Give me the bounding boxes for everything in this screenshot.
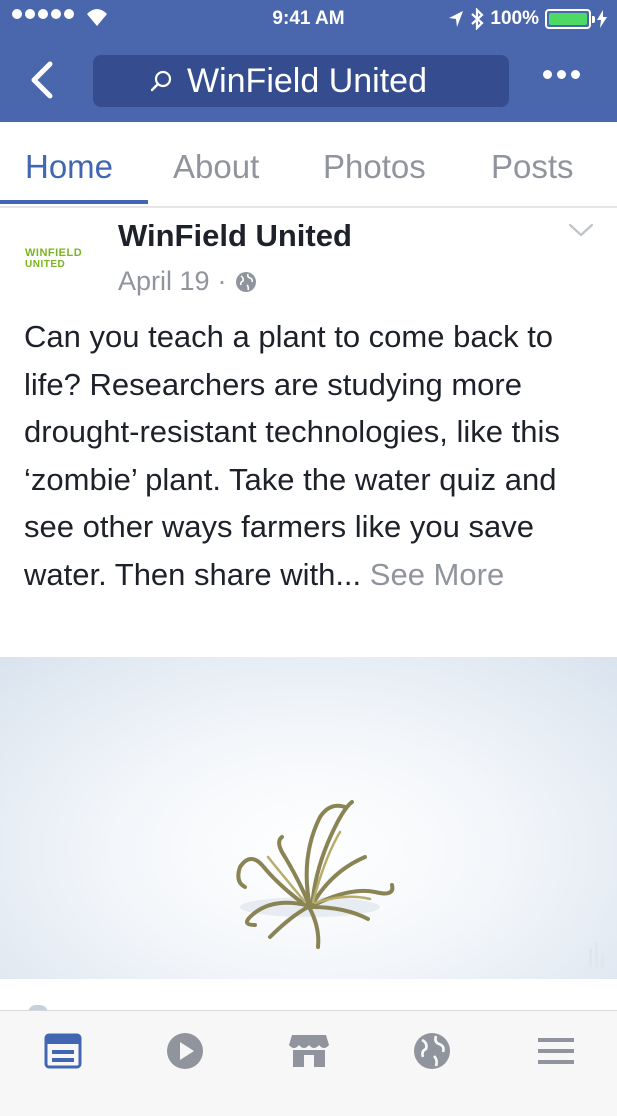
video-icon (167, 1033, 203, 1069)
post-footer-peek (0, 979, 617, 1013)
tab-photos[interactable]: Photos (323, 148, 426, 186)
back-chevron-icon[interactable] (24, 56, 64, 104)
see-more-link[interactable]: See More (370, 557, 504, 592)
post-video[interactable] (0, 657, 617, 979)
battery-icon (545, 9, 595, 29)
page-tabs: Home About Photos Posts (0, 122, 617, 208)
globe-icon (235, 271, 256, 292)
tab-posts[interactable]: Posts (491, 148, 574, 186)
bluetooth-icon (471, 8, 484, 30)
news-feed-icon (44, 1033, 82, 1069)
more-options-button[interactable] (543, 70, 580, 79)
search-field[interactable]: WinField United (93, 55, 509, 107)
meta-separator: · (217, 266, 227, 296)
globe-icon (414, 1033, 450, 1069)
news-feed-tab[interactable] (40, 1028, 86, 1074)
post-meta: April 19 · (118, 266, 257, 297)
tab-home[interactable]: Home (25, 148, 113, 186)
zombie-plant-image (236, 800, 604, 967)
menu-tab[interactable] (533, 1028, 579, 1074)
menu-icon (538, 1038, 574, 1064)
more-dot-icon (557, 70, 566, 79)
location-arrow-icon (449, 11, 464, 27)
battery-percentage: 100% (490, 8, 539, 29)
more-dot-icon (543, 70, 552, 79)
search-query: WinField United (187, 61, 427, 100)
notifications-globe-tab[interactable] (409, 1028, 455, 1074)
navigation-bar: 9:41 AM 100% WinField United (0, 0, 617, 122)
search-icon (151, 70, 172, 92)
marketplace-tab[interactable] (286, 1028, 332, 1074)
more-dot-icon (571, 70, 580, 79)
status-bar: 9:41 AM 100% (0, 0, 617, 40)
chevron-down-icon[interactable] (568, 222, 594, 238)
active-tab-indicator (0, 200, 148, 204)
post-body: Can you teach a plant to come back to li… (24, 313, 599, 598)
logo-text: UNITED (25, 259, 65, 270)
marketplace-icon (289, 1035, 329, 1067)
post-body-text: Can you teach a plant to come back to li… (24, 319, 560, 592)
post-author-name[interactable]: WinField United (118, 218, 352, 254)
tab-about[interactable]: About (173, 148, 259, 186)
post-date[interactable]: April 19 (118, 266, 210, 297)
page-logo[interactable]: WINFIELD UNITED (24, 236, 102, 282)
charging-bolt-icon (597, 10, 607, 28)
logo-text: WINFIELD (25, 247, 82, 259)
video-tab[interactable] (162, 1028, 208, 1074)
battery-level (549, 13, 587, 25)
